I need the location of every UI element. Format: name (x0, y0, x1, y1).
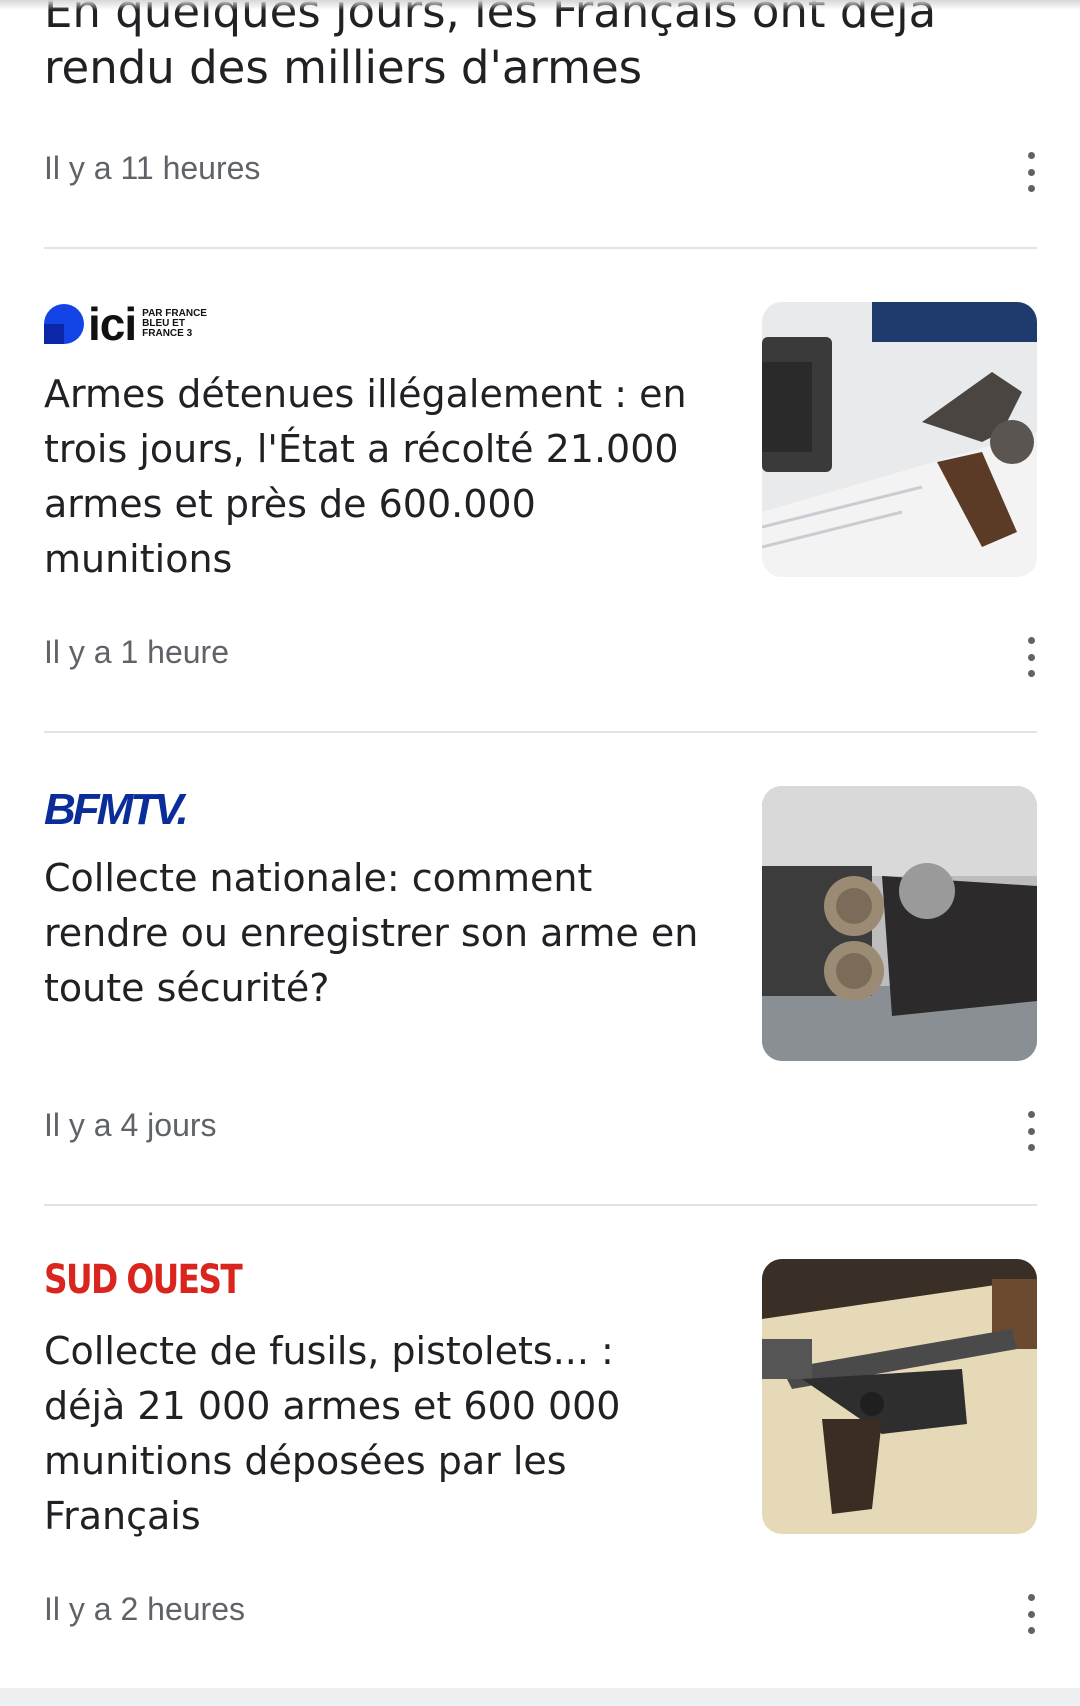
article-title[interactable]: Armes détenues illégalement : en trois j… (44, 367, 704, 587)
article-thumbnail[interactable] (762, 302, 1037, 577)
divider (44, 1204, 1037, 1206)
source-logo-sudouest: SUD OUEST (44, 1257, 243, 1303)
source-name: ici (88, 298, 137, 350)
article-time: Il y a 4 jours (44, 1107, 217, 1143)
more-vert-icon[interactable] (1016, 1594, 1046, 1634)
article-thumbnail[interactable] (762, 786, 1037, 1061)
ici-logo-icon (44, 304, 84, 344)
divider (44, 731, 1037, 733)
bottom-edge (0, 1688, 1080, 1706)
article-time: Il y a 11 heures (44, 150, 261, 186)
article-title[interactable]: Collecte de fusils, pistolets... : déjà … (44, 1324, 704, 1544)
article-time: Il y a 1 heure (44, 634, 229, 670)
source-logo-bfmtv: BFMTV. (44, 785, 189, 834)
article-title[interactable]: En quelques jours, les Français ont déjà… (44, 0, 964, 96)
source-subtitle: PAR FRANCE BLEU ET FRANCE 3 (142, 308, 207, 339)
more-vert-icon[interactable] (1016, 1111, 1046, 1151)
more-vert-icon[interactable] (1016, 152, 1046, 192)
article-time: Il y a 2 heures (44, 1591, 245, 1627)
article-title[interactable]: Collecte nationale: comment rendre ou en… (44, 851, 704, 1016)
source-logo-ici: ici PAR FRANCE BLEU ET FRANCE 3 (44, 298, 212, 350)
article-thumbnail[interactable] (762, 1259, 1037, 1534)
more-vert-icon[interactable] (1016, 637, 1046, 677)
divider (44, 247, 1037, 249)
top-shadow (0, 0, 1080, 10)
